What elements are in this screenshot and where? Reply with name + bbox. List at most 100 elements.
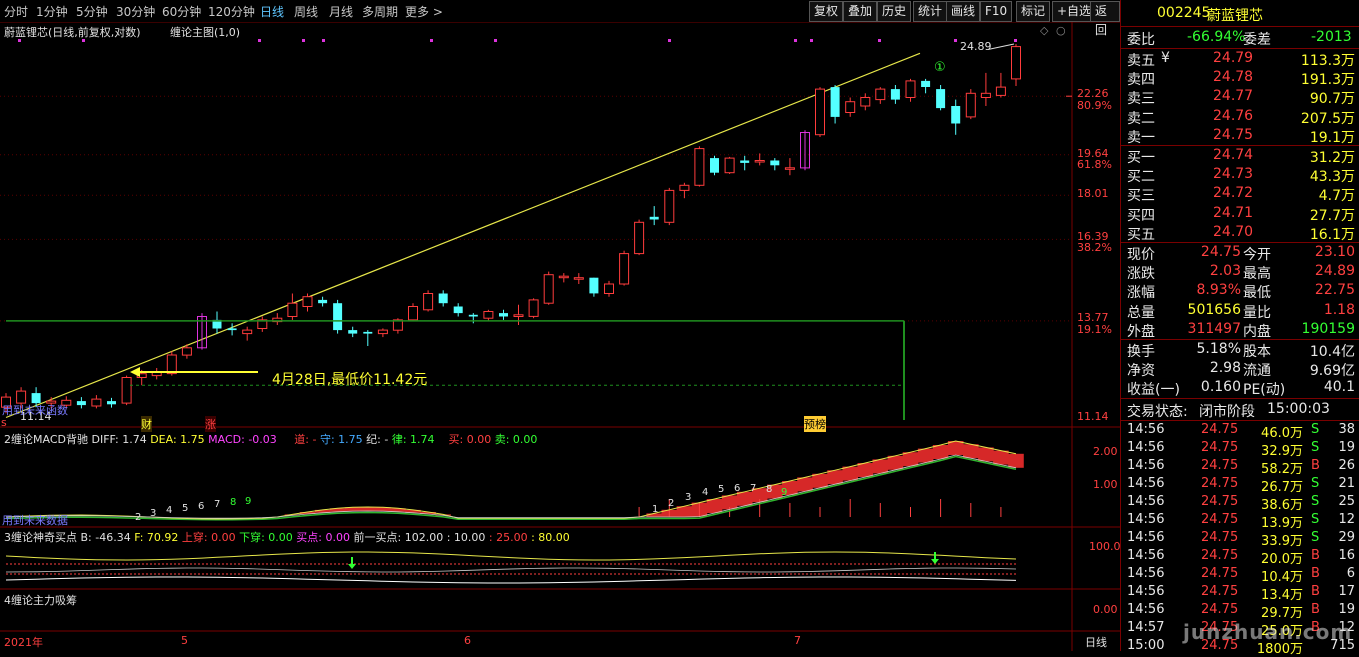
macd-panel: 2 3 4 5 6 7 8 9123 4 5 6 7 8 9 [5, 440, 1024, 523]
tick-row: 14:56 24.75 29.7万 B 19 [1121, 601, 1359, 621]
tick-row: 14:56 24.75 32.9万 S 19 [1121, 439, 1359, 459]
stat-value: 22.75 [1314, 282, 1355, 299]
bid-row: 买四 24.71 27.7万 [1121, 204, 1359, 224]
tick-price: 24.75 [1201, 422, 1239, 437]
period-label[interactable]: 日线 [1085, 634, 1107, 650]
forecast-marker[interactable]: 预榜 [804, 416, 826, 432]
tick-time: 14:56 [1127, 584, 1165, 599]
ask-volume: 113.3万 [1300, 53, 1355, 69]
limit-up-marker[interactable]: 涨 [205, 416, 216, 432]
stat-label: 今开 [1243, 247, 1271, 263]
ask-volume: 207.5万 [1300, 110, 1355, 127]
timeframe-tab[interactable]: 分时 [4, 3, 28, 20]
date-label: 5 [181, 634, 188, 647]
macd-header: 2缠论MACD背驰 DIFF: 1.74 DEA: 1.75 MACD: -0.… [4, 431, 537, 447]
indicator-name[interactable]: 缠论主图(1,0) [170, 24, 240, 40]
candle-body [664, 189, 675, 223]
signal-dot [1014, 39, 1017, 42]
tick-time: 14:57 [1127, 620, 1165, 635]
toolbar-button[interactable]: 标记 [1016, 1, 1051, 22]
stat-value: 501656 [1187, 301, 1241, 318]
toolbar-button[interactable]: 复权 [809, 1, 844, 22]
toolbar-button[interactable]: 返回 [1090, 1, 1120, 37]
toolbar-button[interactable]: 统计 [913, 1, 948, 22]
trade-status-row: 交易状态: 闭市阶段 15:00:03 [1121, 400, 1359, 420]
bid-price: 24.73 [1213, 166, 1254, 183]
stat-value: 24.89 [1314, 263, 1355, 280]
timeframe-tab[interactable]: 5分钟 [76, 3, 108, 20]
pct-label: 61.8% [1077, 158, 1112, 171]
b-value: B: -46.34 [80, 531, 131, 544]
tick-row: 14:56 24.75 46.0万 S 38 [1121, 421, 1359, 441]
ask-mark: ¥ [1161, 50, 1170, 66]
weicha-label: 委差 [1243, 32, 1271, 48]
tick-count: 19 [1338, 602, 1355, 617]
stat-row: 涨幅 8.93% 最低 22.75 [1121, 281, 1359, 301]
candle-body [830, 87, 840, 117]
tick-count: 29 [1338, 530, 1355, 545]
bid-price: 24.70 [1213, 223, 1254, 240]
diamond-icon[interactable]: ◇ [1040, 24, 1048, 37]
price-label: 11.14 [1077, 410, 1109, 423]
v25-value: : 25.00 [488, 531, 528, 544]
stat-value: 10.4亿 [1309, 344, 1355, 360]
buy-header: 3缠论神奇买点 B: -46.34 F: 70.92 上穿: 0.00 下穿: … [4, 529, 570, 545]
bid-volume: 4.7万 [1318, 188, 1355, 205]
timeframe-tab[interactable]: 30分钟 [116, 3, 155, 20]
watermark: junzhuan.com [1183, 620, 1353, 644]
price-grid [0, 95, 1072, 322]
stat-value: 2.03 [1209, 263, 1241, 280]
close-icon[interactable]: ○ [1056, 24, 1066, 37]
buy-arrow-head [931, 559, 939, 564]
shou-value: 守: 1.75 [319, 433, 363, 446]
finance-marker[interactable]: 财 [141, 416, 152, 432]
candle-body [333, 303, 343, 331]
timeframe-tab[interactable]: 日线 [260, 3, 284, 20]
stat-label: 量比 [1243, 304, 1271, 321]
stat-row: 外盘 311497 内盘 190159 [1121, 320, 1359, 340]
tick-row: 14:56 24.75 58.2万 B 26 [1121, 457, 1359, 477]
candle-body [890, 89, 900, 100]
signal-dot [494, 39, 497, 42]
candle-body [995, 86, 1006, 96]
ask-volume: 191.3万 [1300, 72, 1355, 89]
ask-price: 24.79 [1213, 50, 1254, 66]
timeframe-tab[interactable]: 多周期 [362, 3, 398, 20]
bid-volume: 27.7万 [1309, 207, 1355, 224]
timeframe-tab[interactable]: 更多 > [405, 3, 443, 20]
macd-axis-label: 1.00 [1093, 478, 1118, 491]
bid-label: 买二 [1127, 169, 1155, 186]
ask-price: 24.78 [1213, 69, 1254, 86]
stat-value: 2.98 [1209, 360, 1241, 377]
stat-label: PE(动) [1243, 382, 1286, 399]
tick-side: S [1311, 494, 1320, 509]
tick-count: 19 [1338, 440, 1355, 455]
candle-body [543, 274, 554, 304]
tick-time: 14:56 [1127, 494, 1165, 509]
kline-chart[interactable]: 2 3 4 5 6 7 8 9123 4 5 6 7 8 9 [0, 22, 1120, 651]
timeframe-tab[interactable]: 60分钟 [162, 3, 201, 20]
timeframe-tab[interactable]: 月线 [329, 3, 353, 20]
toolbar-button[interactable]: 画线 [946, 1, 981, 22]
diff-value: DIFF: 1.74 [91, 433, 147, 446]
candle-body [363, 331, 373, 334]
candle-body [936, 89, 946, 109]
signal-dot [954, 39, 957, 42]
timeframe-tab[interactable]: 周线 [294, 3, 318, 20]
candle-body [679, 184, 690, 191]
candle-body [694, 148, 705, 186]
macd-count: 3 [150, 508, 156, 519]
toolbar-button[interactable]: 历史 [877, 1, 912, 22]
timeframe-tab[interactable]: 1分钟 [36, 3, 68, 20]
tick-count: 38 [1338, 422, 1355, 437]
toolbar-button[interactable]: 叠加 [843, 1, 878, 22]
stock-code: 002245 [1157, 5, 1211, 21]
stat-value: 0.160 [1200, 379, 1241, 396]
timeframe-tab[interactable]: 120分钟 [208, 3, 255, 20]
toolbar-button[interactable]: F10 [980, 1, 1013, 22]
stat-value: 24.75 [1200, 244, 1241, 260]
tick-price: 24.75 [1201, 584, 1239, 599]
tick-time: 14:56 [1127, 458, 1165, 473]
ask-row: 卖三 24.77 90.7万 [1121, 87, 1359, 107]
bid-volume: 16.1万 [1309, 226, 1355, 243]
